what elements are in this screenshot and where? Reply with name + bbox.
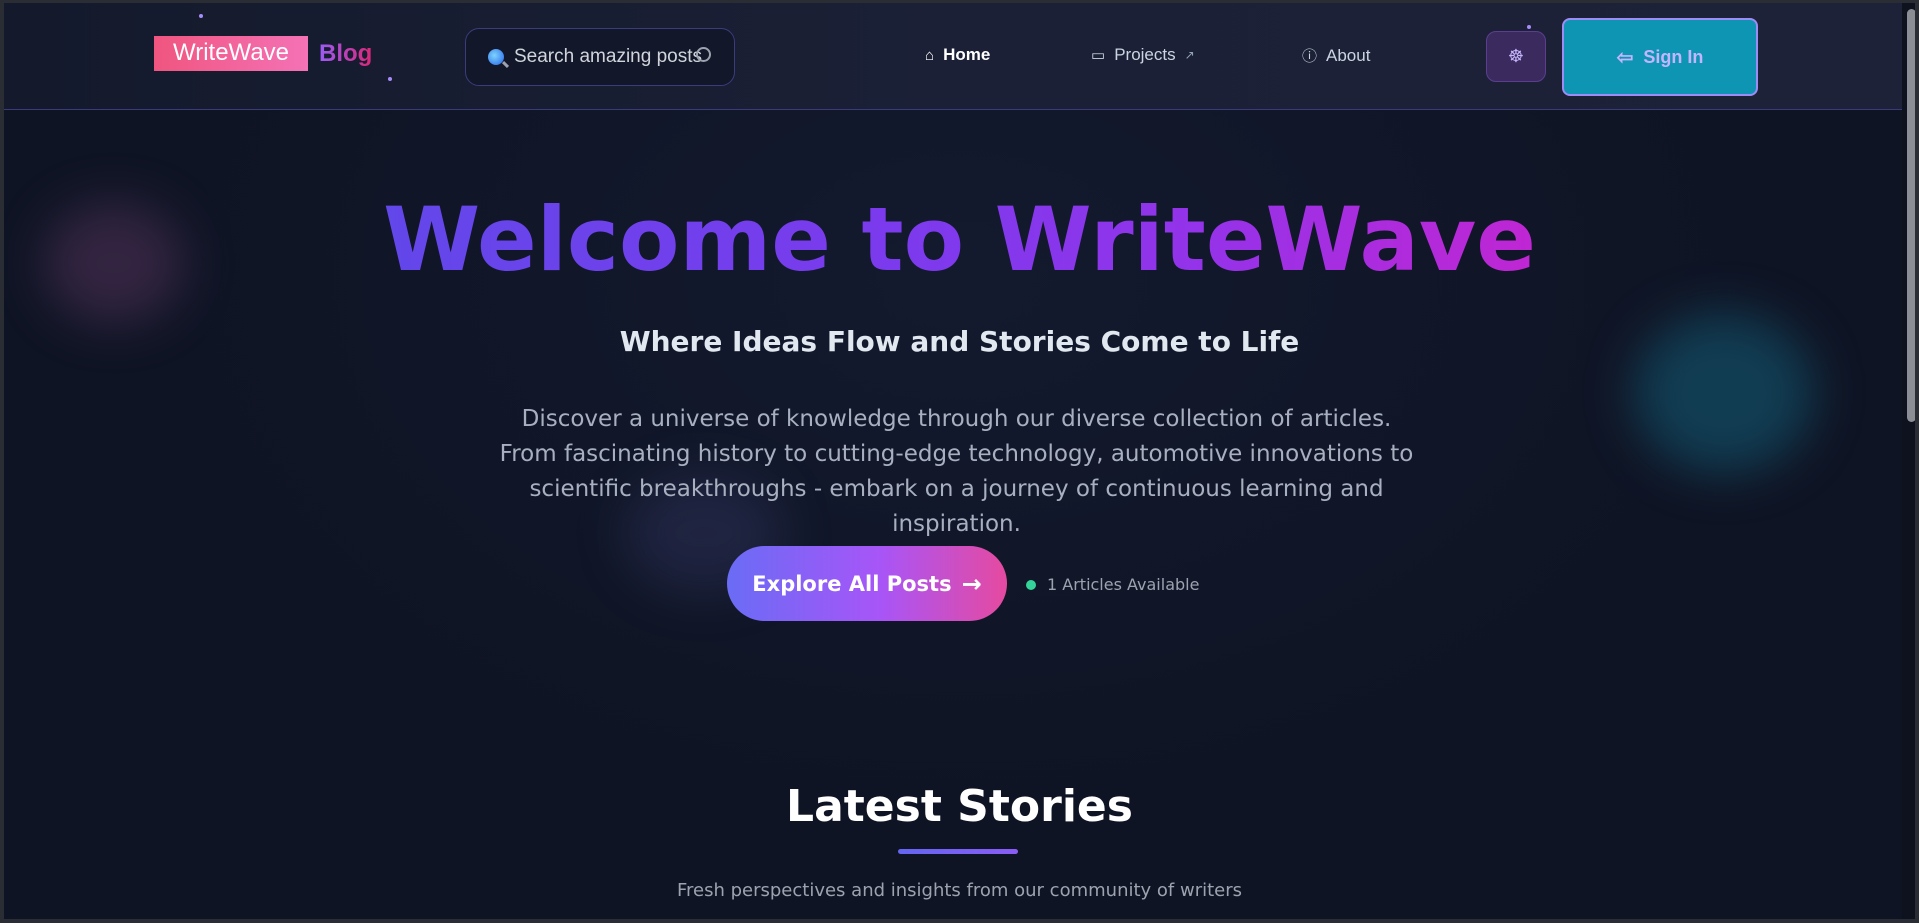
articles-available-label: 1 Articles Available <box>1047 575 1200 594</box>
search-submit-icon[interactable] <box>696 47 711 62</box>
decorative-dot <box>1527 25 1531 29</box>
home-icon: ⌂ <box>925 46 935 64</box>
logo-sub-text: Blog <box>319 39 373 67</box>
external-link-icon: ↗ <box>1184 48 1195 62</box>
page: WriteWave Blog ⌂ Home ▭ Projects ↗ ⓘ Abo… <box>0 0 1919 923</box>
site-header: WriteWave Blog ⌂ Home ▭ Projects ↗ ⓘ Abo… <box>4 3 1915 110</box>
search-box[interactable] <box>465 28 735 86</box>
articles-available-status: 1 Articles Available <box>1026 575 1199 594</box>
hero-subtitle: Where Ideas Flow and Stories Come to Lif… <box>619 325 1300 358</box>
decorative-dot <box>199 14 203 18</box>
theme-icon: ☸ <box>1507 46 1525 66</box>
nav-home-label: Home <box>943 45 991 64</box>
cta-label: Explore All Posts <box>752 571 952 596</box>
status-dot-icon <box>1026 579 1036 590</box>
explore-all-posts-button[interactable]: Explore All Posts → <box>727 546 1007 621</box>
title-underline <box>898 849 1018 854</box>
nav-home[interactable]: ⌂ Home <box>925 45 990 65</box>
sign-in-icon: ⇦ <box>1616 46 1634 69</box>
info-icon: ⓘ <box>1302 48 1318 65</box>
scrollbar-thumb[interactable] <box>1907 9 1915 422</box>
hero-description: Discover a universe of knowledge through… <box>499 406 1414 537</box>
latest-stories-title: Latest Stories <box>786 781 1133 832</box>
hero-title-text: Welcome to WriteWave <box>383 188 1536 291</box>
theme-toggle-button[interactable]: ☸ <box>1486 31 1546 82</box>
site-logo[interactable]: WriteWave Blog <box>154 36 372 71</box>
search-icon <box>488 49 504 65</box>
arrow-right-icon: → <box>961 569 982 598</box>
nav-projects[interactable]: ▭ Projects ↗ <box>1091 45 1195 65</box>
nav-about-label: About <box>1326 45 1371 65</box>
sign-in-button[interactable]: ⇦ Sign In <box>1562 18 1758 96</box>
logo-main-text: WriteWave <box>154 36 309 71</box>
latest-stories-subtitle: Fresh perspectives and insights from our… <box>676 880 1243 901</box>
briefcase-icon: ▭ <box>1091 47 1106 64</box>
search-input[interactable] <box>514 46 714 68</box>
hero-title: Welcome to WriteWave <box>4 188 1915 291</box>
decorative-dot <box>388 77 392 81</box>
nav-projects-label: Projects <box>1114 45 1176 64</box>
nav-about[interactable]: ⓘ About <box>1302 45 1370 66</box>
sign-in-label: Sign In <box>1643 46 1704 67</box>
